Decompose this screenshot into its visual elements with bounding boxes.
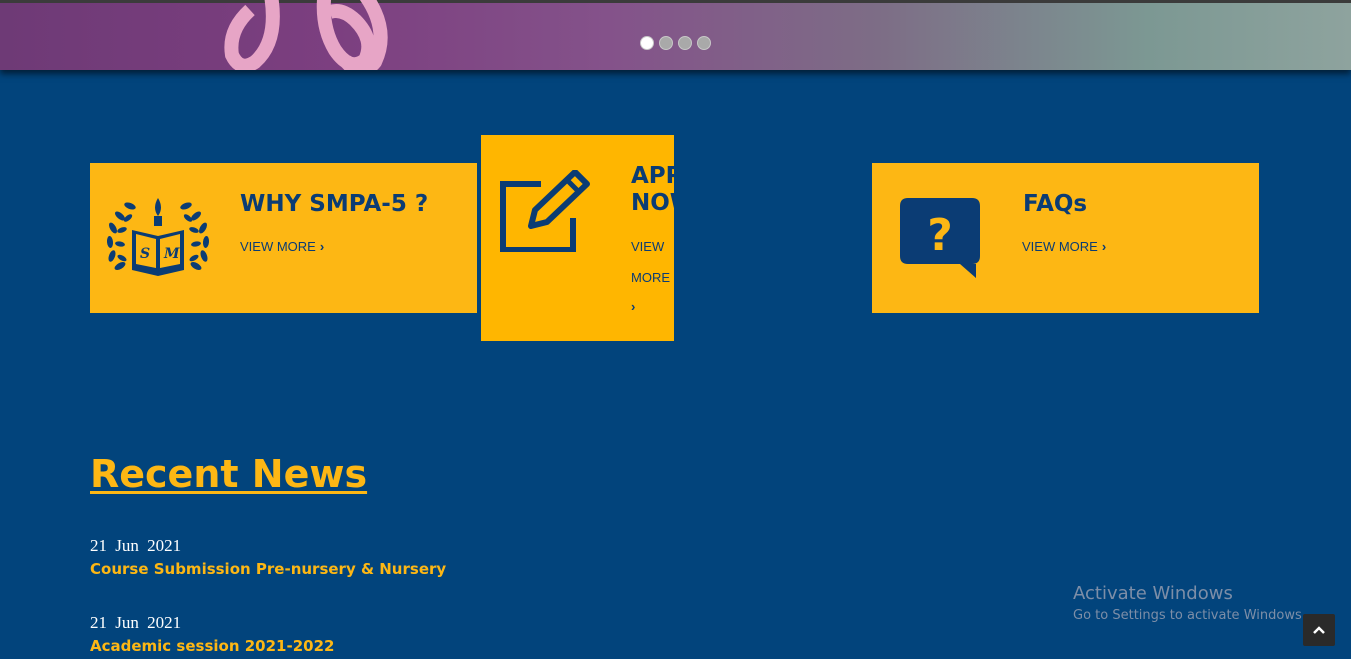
chevron-right-icon[interactable]: › [631,299,635,314]
faq-view-more-link[interactable]: VIEW MORE › [1022,239,1106,254]
why-smpa-card[interactable]: S M WHY SMPA-5 ? VIEW MORE › [90,163,477,313]
news-date: 21 Jun 2021 [90,536,182,555]
apply-now-card[interactable]: APPLY NOW VIEW MORE › [481,135,674,341]
apply-view-label[interactable]: VIEW [631,239,664,254]
school-emblem-icon: S M [106,198,210,276]
news-title-link[interactable]: Academic session 2021-2022 [90,637,334,655]
news-title-link[interactable]: Course Submission Pre-nursery & Nursery [90,560,446,578]
why-view-more-label: VIEW MORE [240,239,316,254]
scroll-to-top-button[interactable] [1303,614,1335,646]
svg-text:?: ? [927,210,953,261]
question-bubble-icon: ? [900,198,980,278]
slider-dots [640,36,711,50]
slider-dot-1[interactable] [640,36,654,50]
scissors-image [224,0,388,70]
faq-card-title: FAQs [1023,191,1088,217]
slider-dot-3[interactable] [678,36,692,50]
recent-news-heading[interactable]: Recent News [90,452,367,496]
apply-card-title: APPLY NOW [631,163,674,216]
hero-slider [0,0,1351,70]
chevron-right-icon: › [1101,239,1107,254]
why-view-more-link[interactable]: VIEW MORE › [240,239,324,254]
faq-view-more-label: VIEW MORE [1022,239,1098,254]
news-date: 21 Jun 2021 [90,613,182,632]
why-card-title: WHY SMPA-5 ? [240,191,429,217]
svg-text:S: S [140,246,150,262]
slider-dot-4[interactable] [697,36,711,50]
slider-dot-2[interactable] [659,36,673,50]
svg-text:M: M [163,246,180,262]
apply-more-label[interactable]: MORE [631,270,670,285]
faq-card[interactable]: ? FAQs VIEW MORE › [872,163,1259,313]
edit-icon [500,170,590,252]
chevron-right-icon: › [319,239,325,254]
chevron-up-icon [1313,626,1325,634]
activate-windows-subtitle: Go to Settings to activate Windows. [1073,608,1306,623]
activate-windows-title: Activate Windows [1073,583,1233,604]
